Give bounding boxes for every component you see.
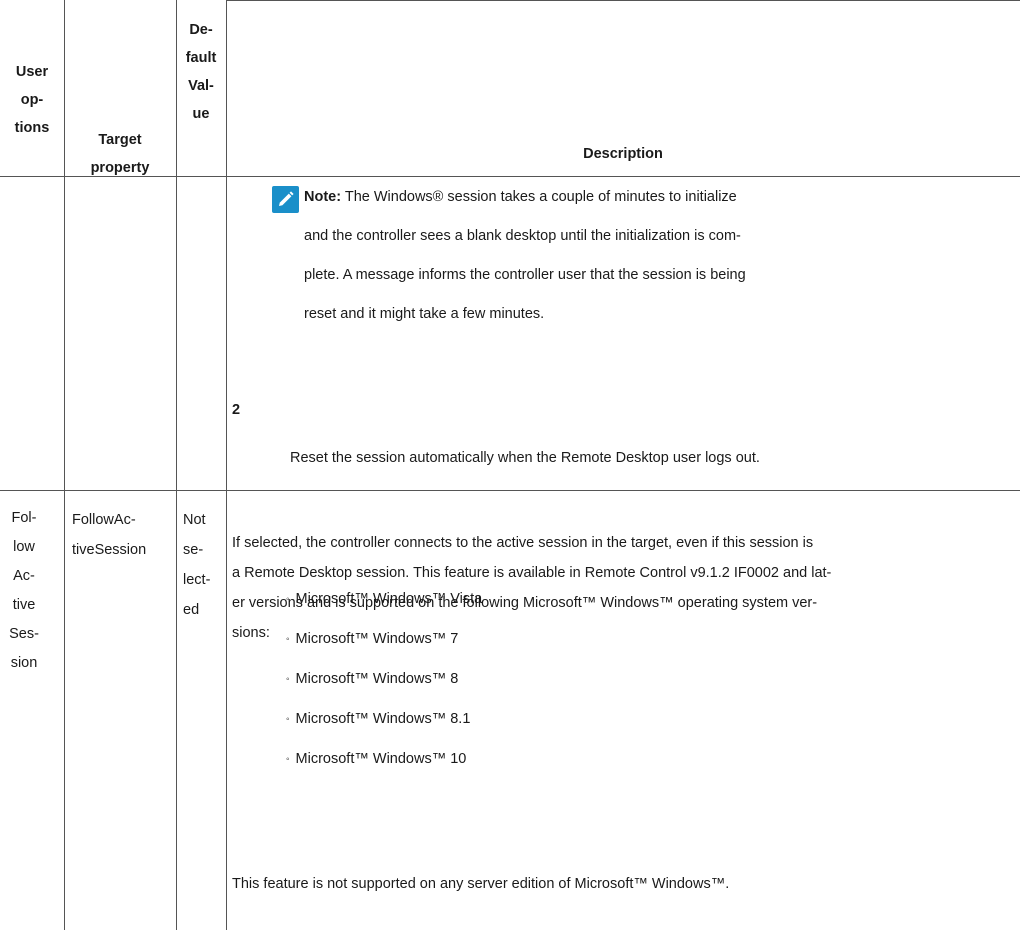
header-top-border	[226, 0, 1020, 1]
cell-default-value: Not se- lect- ed	[183, 512, 211, 618]
bullet-icon: ◦	[286, 594, 290, 605]
note-line: and the controller sees a blank desktop …	[304, 228, 741, 244]
note-line: plete. A message informs the controller …	[304, 267, 746, 283]
note-line: reset and it might take a few minutes.	[304, 306, 545, 322]
list-item: ◦ Microsoft™ Windows™ 10	[286, 751, 467, 767]
note-pencil-icon	[272, 186, 299, 213]
cell-target-property: FollowAc- tiveSession	[72, 512, 147, 558]
header-default-value: De- fault Val- ue	[185, 22, 217, 122]
bullet-icon: ◦	[286, 674, 290, 685]
bullet-icon: ◦	[286, 754, 290, 765]
pencil-icon	[279, 191, 294, 206]
header-user-options: User op- tions	[14, 64, 50, 136]
row-border	[0, 490, 1020, 491]
column-border	[176, 0, 177, 930]
list-item: ◦ Microsoft™ Windows™ Vista	[286, 591, 483, 607]
step-description: Reset the session automatically when the…	[290, 450, 760, 466]
os-version-list: ◦ Microsoft™ Windows™ Vista ◦ Microsoft™ W…	[286, 580, 482, 780]
unsupported-note: This feature is not supported on any ser…	[232, 876, 730, 892]
cell-user-option: Fol- low Ac- tive Ses- sion	[9, 510, 39, 671]
note: Note: The Windows® session takes a coupl…	[304, 178, 764, 334]
header-target-property: Target property	[90, 132, 150, 176]
bullet-icon: ◦	[286, 634, 290, 645]
list-item: ◦ Microsoft™ Windows™ 8	[286, 671, 459, 687]
list-item: ◦ Microsoft™ Windows™ 8.1	[286, 711, 471, 727]
note-line: Note: The Windows® session takes a coupl…	[304, 189, 737, 205]
header-description: Description	[583, 146, 663, 162]
note-label: Note:	[304, 189, 342, 205]
bullet-icon: ◦	[286, 714, 290, 725]
step-number: 2	[232, 402, 241, 418]
list-item: ◦ Microsoft™ Windows™ 7	[286, 631, 459, 647]
